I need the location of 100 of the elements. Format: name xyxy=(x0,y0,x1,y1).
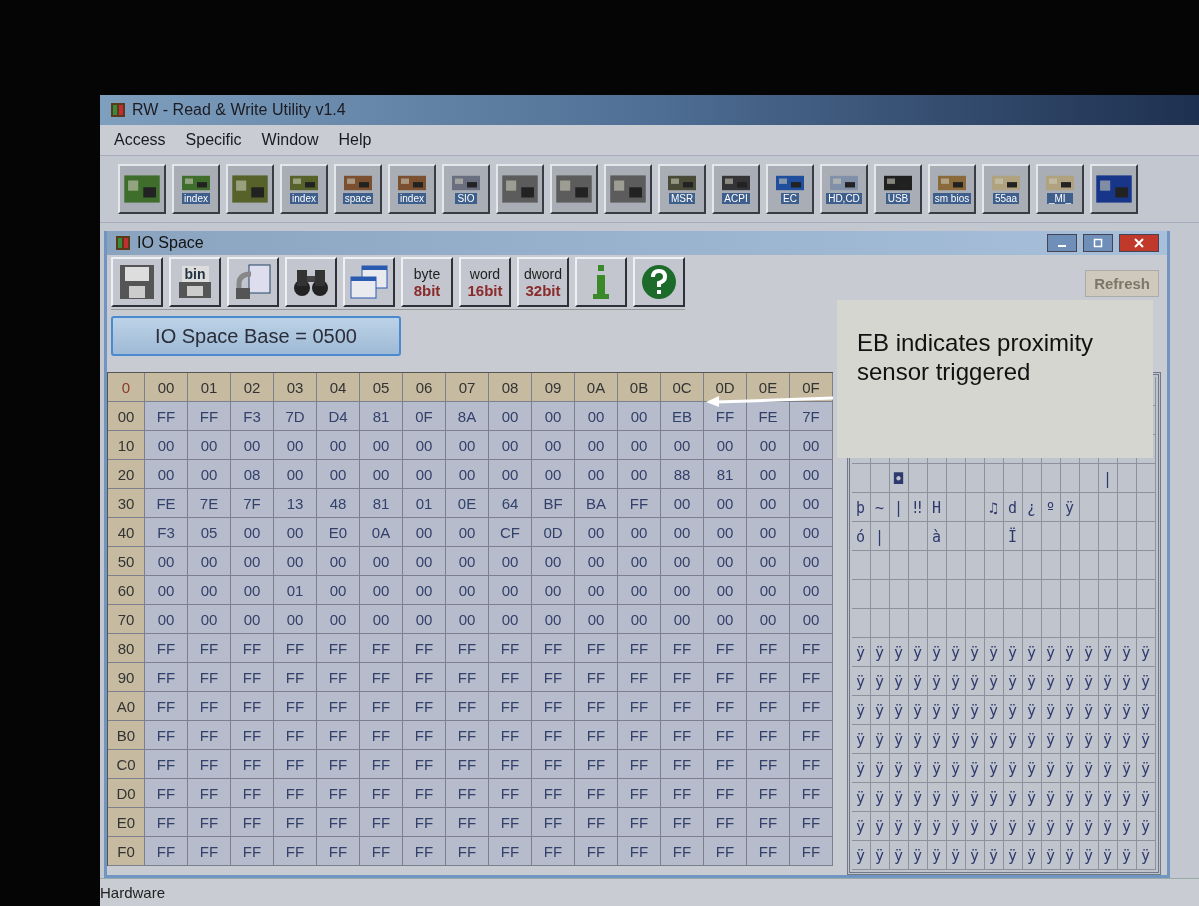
hex-cell[interactable]: 00 xyxy=(532,576,575,605)
hex-cell[interactable]: FF xyxy=(403,634,446,663)
hex-cell[interactable]: 00 xyxy=(618,576,661,605)
hex-cell[interactable]: 00 xyxy=(704,605,747,634)
hex-cell[interactable]: FF xyxy=(618,489,661,518)
hex-cell[interactable]: FF xyxy=(661,692,704,721)
hex-cell[interactable]: FF xyxy=(790,750,833,779)
hex-cell[interactable]: 00 xyxy=(618,402,661,431)
menu-item[interactable]: Help xyxy=(338,131,372,149)
hex-cell[interactable]: FF xyxy=(360,634,403,663)
hex-cell[interactable]: FF xyxy=(790,634,833,663)
hex-cell[interactable]: 00 xyxy=(274,605,317,634)
hex-cell[interactable]: 8A xyxy=(446,402,489,431)
hex-cell[interactable]: 00 xyxy=(532,547,575,576)
hex-cell[interactable]: FF xyxy=(575,634,618,663)
hex-cell[interactable]: FF xyxy=(704,750,747,779)
hex-cell[interactable]: 00 xyxy=(188,605,231,634)
hex-cell[interactable]: FF xyxy=(145,663,188,692)
hex-cell[interactable]: 00 xyxy=(145,460,188,489)
hex-cell[interactable]: FF xyxy=(704,837,747,866)
hex-cell[interactable]: 00 xyxy=(790,547,833,576)
hex-cell[interactable]: 00 xyxy=(145,431,188,460)
hex-cell[interactable]: FF xyxy=(188,721,231,750)
hex-cell[interactable]: E0 xyxy=(317,518,360,547)
hex-cell[interactable]: 00 xyxy=(532,460,575,489)
hex-cell[interactable]: 00 xyxy=(446,605,489,634)
hex-cell[interactable]: FF xyxy=(618,808,661,837)
hex-cell[interactable]: FF xyxy=(188,692,231,721)
hex-cell[interactable]: 00 xyxy=(446,576,489,605)
hex-cell[interactable]: FF xyxy=(489,663,532,692)
hex-cell[interactable]: FF xyxy=(489,721,532,750)
hex-cell[interactable]: 00 xyxy=(575,547,618,576)
hex-cell[interactable]: FF xyxy=(274,808,317,837)
hex-cell[interactable]: FF xyxy=(747,634,790,663)
hex-cell[interactable]: FF xyxy=(274,837,317,866)
hex-cell[interactable]: 00 xyxy=(532,402,575,431)
hex-cell[interactable]: FF xyxy=(790,692,833,721)
hex-cell[interactable]: 0E xyxy=(446,489,489,518)
hex-cell[interactable]: 00 xyxy=(661,605,704,634)
hex-cell[interactable]: FF xyxy=(489,779,532,808)
hex-cell[interactable]: EB xyxy=(661,402,704,431)
hex-cell[interactable]: 00 xyxy=(317,431,360,460)
menu-item[interactable]: Specific xyxy=(185,131,242,149)
hex-cell[interactable]: 00 xyxy=(575,576,618,605)
hex-cell[interactable]: FF xyxy=(489,837,532,866)
toolbar-button[interactable]: dword 32bit xyxy=(517,257,569,307)
hex-cell[interactable]: 88 xyxy=(661,460,704,489)
hex-cell[interactable]: FF xyxy=(747,721,790,750)
hex-cell[interactable]: FF xyxy=(145,750,188,779)
toolbar-button[interactable] xyxy=(604,164,652,214)
hex-cell[interactable]: 00 xyxy=(317,605,360,634)
hex-cell[interactable]: FF xyxy=(446,634,489,663)
toolbar-button[interactable]: index xyxy=(172,164,220,214)
hex-cell[interactable]: 00 xyxy=(575,431,618,460)
hex-cell[interactable]: FF xyxy=(360,692,403,721)
hex-cell[interactable]: FF xyxy=(446,750,489,779)
hex-cell[interactable]: BA xyxy=(575,489,618,518)
hex-cell[interactable]: 00 xyxy=(403,518,446,547)
hex-cell[interactable]: FF xyxy=(747,808,790,837)
hex-cell[interactable]: 00 xyxy=(790,518,833,547)
hex-cell[interactable]: FF xyxy=(231,692,274,721)
hex-cell[interactable]: FF xyxy=(446,808,489,837)
hex-cell[interactable]: 00 xyxy=(403,605,446,634)
hex-cell[interactable]: 0A xyxy=(360,518,403,547)
toolbar-button[interactable]: EC xyxy=(766,164,814,214)
hex-cell[interactable]: FF xyxy=(360,750,403,779)
maximize-button[interactable] xyxy=(1083,233,1113,252)
hex-cell[interactable]: 00 xyxy=(704,518,747,547)
hex-cell[interactable]: 00 xyxy=(704,547,747,576)
hex-cell[interactable]: FF xyxy=(360,837,403,866)
hex-cell[interactable]: 00 xyxy=(618,547,661,576)
hex-cell[interactable]: FF xyxy=(446,779,489,808)
hex-cell[interactable]: 00 xyxy=(747,489,790,518)
hex-cell[interactable]: 00 xyxy=(231,431,274,460)
hex-cell[interactable]: FF xyxy=(188,750,231,779)
hex-cell[interactable]: FF xyxy=(231,779,274,808)
toolbar-button[interactable] xyxy=(285,257,337,307)
hex-cell[interactable]: FF xyxy=(188,402,231,431)
hex-cell[interactable]: FF xyxy=(403,721,446,750)
io-base-button[interactable]: IO Space Base = 0500 xyxy=(111,316,401,357)
hex-cell[interactable]: FF xyxy=(575,837,618,866)
hex-cell[interactable]: 00 xyxy=(790,605,833,634)
hex-cell[interactable]: FF xyxy=(489,808,532,837)
hex-cell[interactable]: 00 xyxy=(446,431,489,460)
hex-cell[interactable]: 00 xyxy=(317,460,360,489)
hex-cell[interactable]: 7F xyxy=(790,402,833,431)
hex-cell[interactable]: FF xyxy=(145,692,188,721)
hex-cell[interactable]: FF xyxy=(317,721,360,750)
toolbar-button[interactable]: index xyxy=(388,164,436,214)
hex-cell[interactable]: 00 xyxy=(661,489,704,518)
minimize-button[interactable] xyxy=(1047,233,1077,252)
hex-cell[interactable]: FF xyxy=(618,721,661,750)
hex-cell[interactable]: 00 xyxy=(231,605,274,634)
hex-cell[interactable]: FF xyxy=(618,750,661,779)
hex-cell[interactable]: FF xyxy=(489,750,532,779)
hex-cell[interactable]: CF xyxy=(489,518,532,547)
hex-cell[interactable]: FF xyxy=(188,779,231,808)
hex-cell[interactable]: 00 xyxy=(403,547,446,576)
hex-cell[interactable]: 00 xyxy=(403,576,446,605)
hex-cell[interactable]: 00 xyxy=(575,460,618,489)
